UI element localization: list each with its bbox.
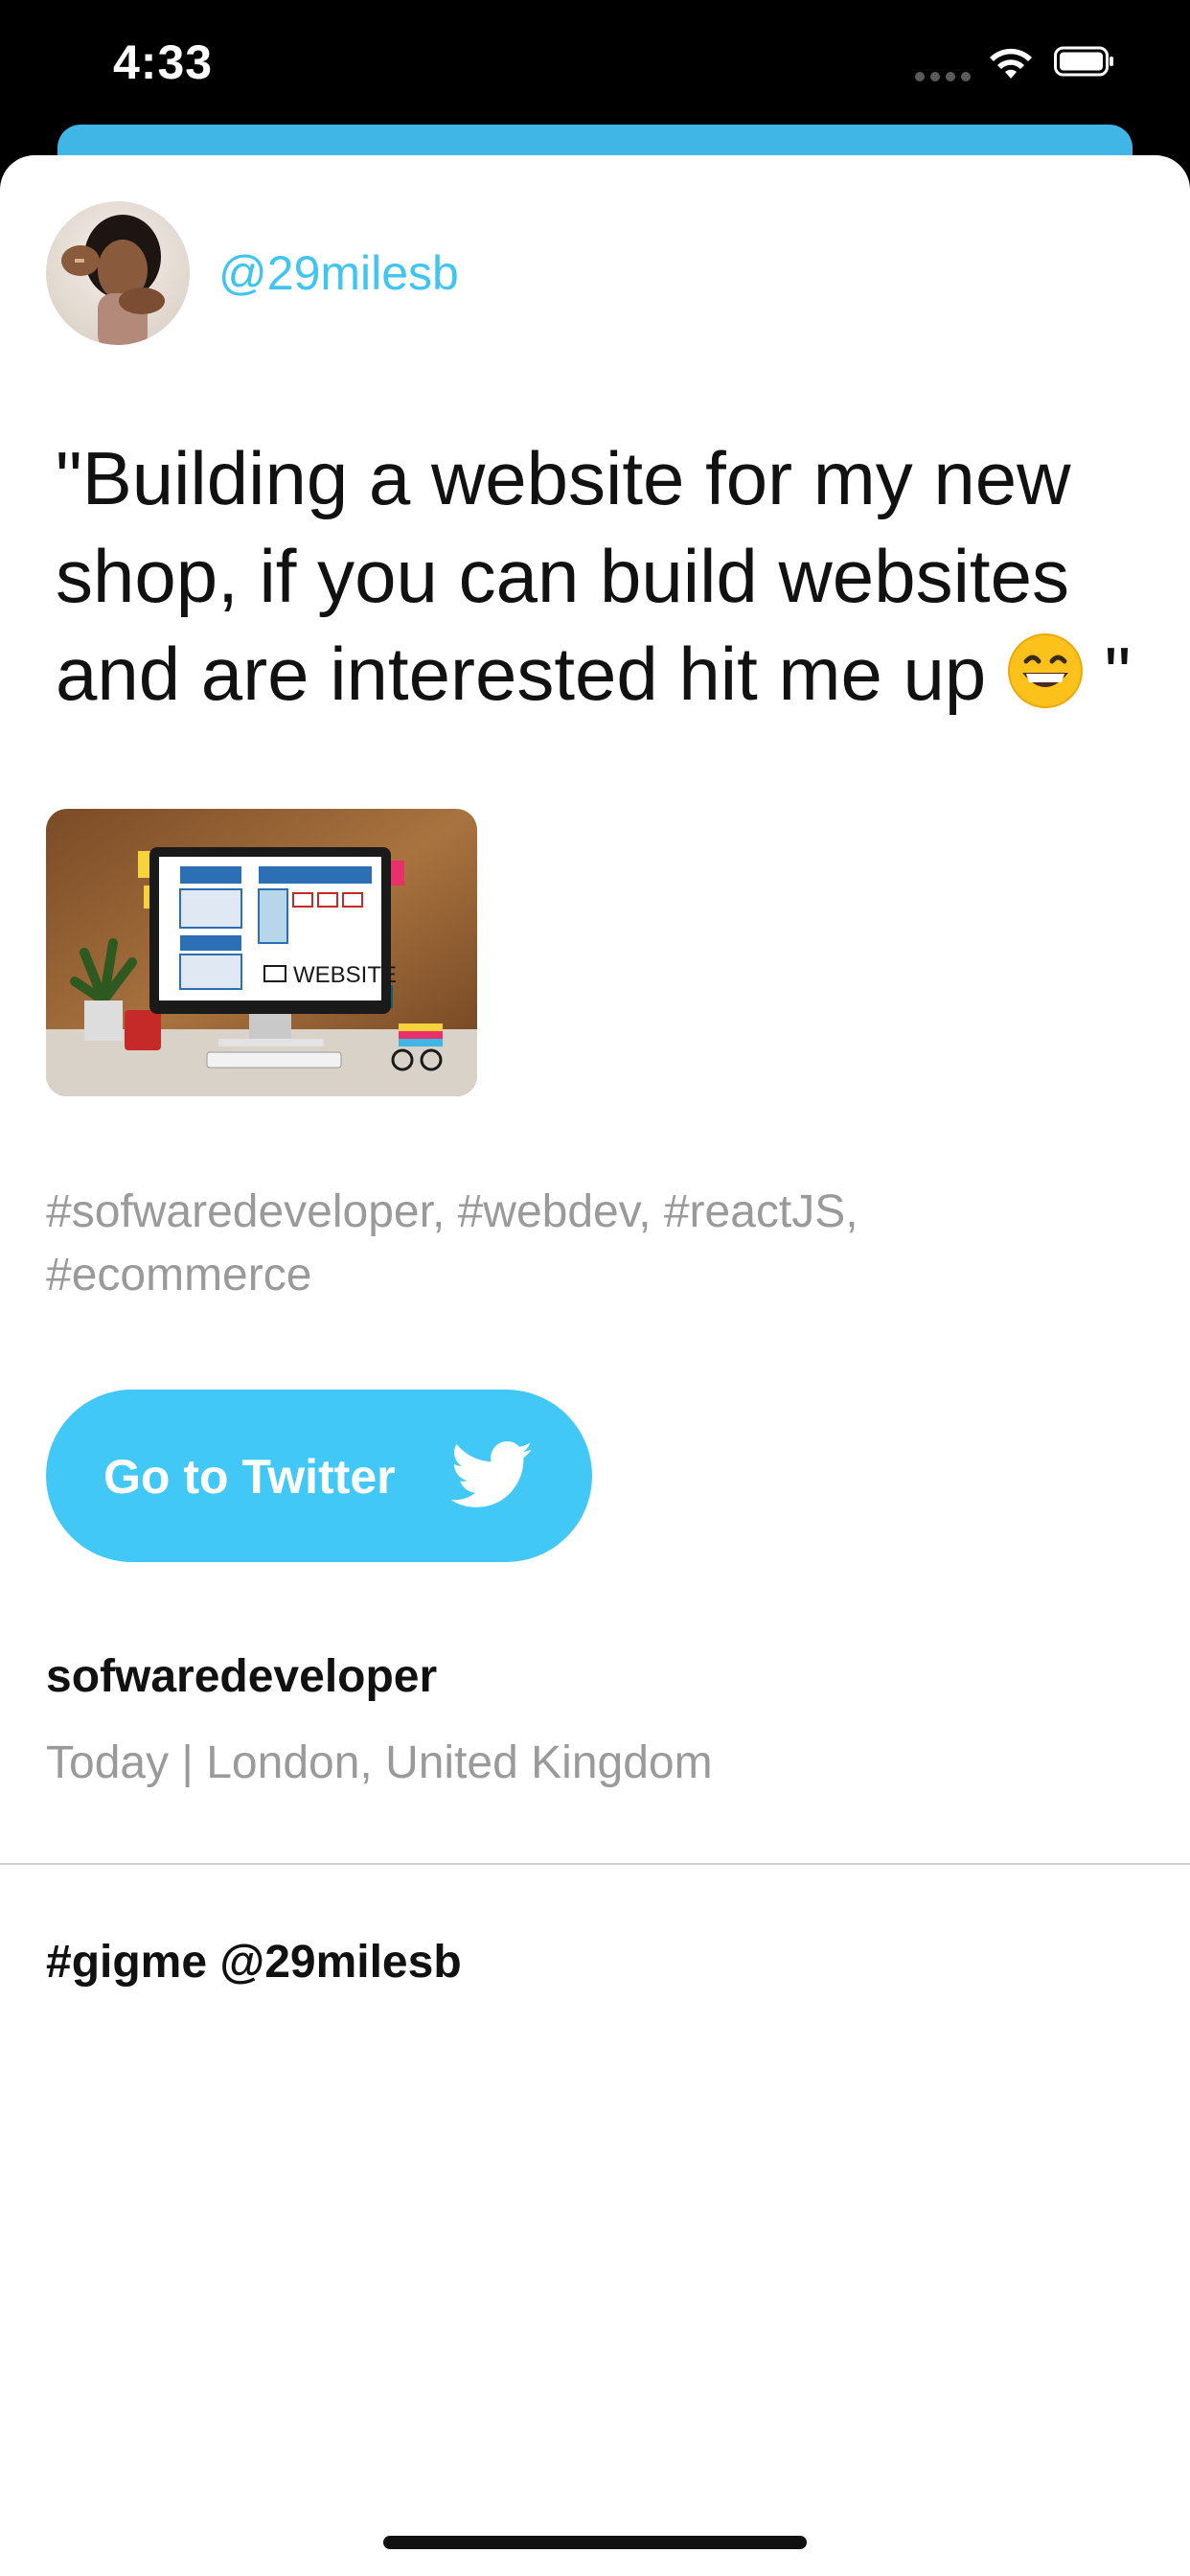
- divider: [0, 1863, 1190, 1865]
- twitter-bird-icon: [450, 1441, 533, 1507]
- footer-tag: #gigme @29milesb: [46, 1937, 462, 1988]
- post-quote: "Building a website for my new shop, if …: [56, 429, 1157, 723]
- website-caption: WEBSITE: [293, 962, 397, 988]
- user-handle[interactable]: @29milesb: [218, 245, 459, 301]
- battery-icon: [1054, 46, 1113, 77]
- avatar[interactable]: [46, 201, 190, 345]
- go-to-twitter-button[interactable]: Go to Twitter: [46, 1390, 592, 1562]
- home-indicator[interactable]: [383, 2536, 807, 2549]
- status-time: 4:33: [113, 35, 214, 89]
- post-image[interactable]: WEBSITE: [46, 809, 477, 1096]
- post-hashtags: #sofwaredeveloper, #webdev, #reactJS, #e…: [46, 1186, 858, 1300]
- quote-close: ": [1083, 632, 1132, 716]
- signal-icon: [915, 72, 971, 81]
- post-meta: Today | London, United Kingdom: [46, 1737, 713, 1788]
- grinning-face-emoji-icon: [1007, 633, 1083, 708]
- quote-text: "Building a website for my new shop, if …: [56, 436, 1071, 716]
- wifi-icon: [990, 48, 1032, 79]
- go-to-twitter-label: Go to Twitter: [103, 1450, 396, 1504]
- post-category: sofwaredeveloper: [46, 1651, 438, 1702]
